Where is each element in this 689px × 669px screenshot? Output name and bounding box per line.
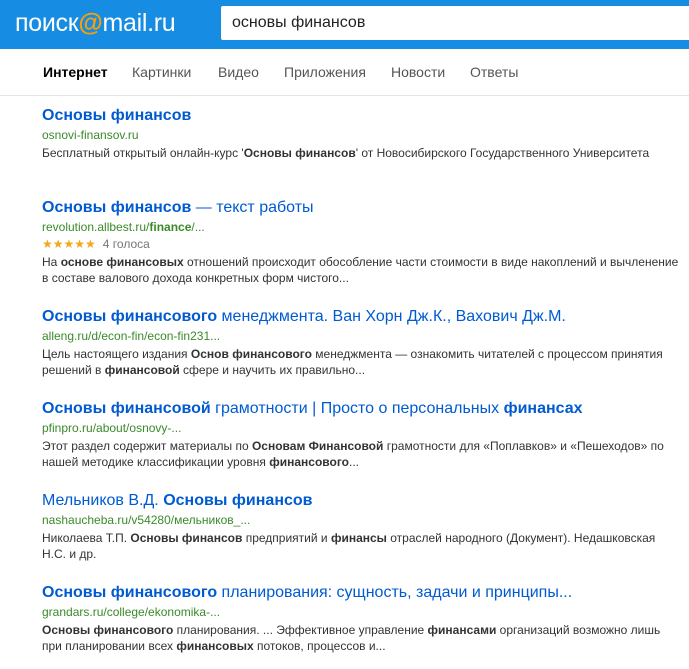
highlighted-term: Основы финансового [42, 308, 218, 325]
result-url[interactable]: revolution.allbest.ru/finance/... [42, 219, 682, 235]
mail-search-logo[interactable]: поиск@mail.ru [15, 7, 176, 39]
result-snippet: На основе финансовых отношений происходи… [42, 254, 682, 286]
highlighted-term: финансового [269, 455, 350, 469]
text-segment: Цель настоящего издания [42, 347, 191, 361]
result-snippet: Бесплатный открытый онлайн-курс 'Основы … [42, 145, 682, 161]
highlighted-term: Основы финансов [42, 107, 192, 124]
highlighted-term: Основы финансового [42, 584, 218, 601]
tab-video[interactable]: Видео [218, 64, 259, 80]
tab-apps[interactable]: Приложения [284, 64, 366, 80]
search-result: Основы финансовой грамотности | Просто о… [42, 399, 682, 470]
highlighted-term: Основы финансов [163, 492, 313, 509]
highlighted-term: финансовой [104, 363, 180, 377]
text-segment: grandars.ru/college/ekonomika-... [42, 605, 221, 619]
rating-stars-icon: ★★★★★ [42, 237, 96, 251]
search-input[interactable]: основы финансов [221, 6, 689, 40]
logo-domain: .ru [147, 9, 176, 37]
logo-at-sign: @ [78, 9, 103, 37]
text-segment: сфере и научить их правильно... [179, 363, 366, 377]
result-url[interactable]: osnovi-finansov.ru [42, 127, 682, 143]
highlighted-term: Основ финансового [190, 347, 312, 361]
text-segment: предприятий и [242, 531, 331, 545]
result-url[interactable]: pfinpro.ru/about/osnovy-... [42, 420, 682, 436]
result-snippet: Николаева Т.П. Основы финансов предприят… [42, 530, 682, 562]
highlighted-term: Основы финансов [243, 146, 356, 160]
highlighted-term: Основы финансового [42, 623, 174, 637]
search-result: Мельников В.Д. Основы финансов nashauche… [42, 491, 682, 562]
text-segment: На [42, 255, 61, 269]
result-snippet: Этот раздел содержит материалы по Основа… [42, 438, 682, 470]
result-title-link[interactable]: Основы финансового планирования: сущност… [42, 583, 682, 603]
highlighted-term: основе финансовых [60, 255, 184, 269]
highlighted-term: Основы финансов [130, 531, 243, 545]
text-segment: revolution.allbest.ru/ [42, 220, 150, 234]
text-segment: потоков, процессов и... [253, 639, 386, 653]
result-title-link[interactable]: Основы финансового менеджмента. Ван Хорн… [42, 307, 682, 327]
text-segment: планирования: сущность, задачи и принцип… [217, 584, 573, 601]
text-segment: alleng.ru/d/econ-fin/econ-fin231... [42, 329, 221, 343]
logo-part2: mail [102, 9, 148, 37]
text-segment: pfinpro.ru/about/osnovy-... [42, 421, 182, 435]
header-bar: поиск@mail.ru основы финансов [0, 0, 689, 49]
tab-internet[interactable]: Интернет [43, 64, 108, 80]
search-result: Основы финансового менеджмента. Ван Хорн… [42, 307, 682, 378]
highlighted-term: финансовых [176, 639, 254, 653]
text-segment: Мельников В.Д. [42, 492, 164, 509]
text-segment: планирования. ... Эффективное управление [173, 623, 428, 637]
text-segment: ' от Новосибирского Государственного Уни… [355, 146, 650, 160]
tab-news[interactable]: Новости [391, 64, 445, 80]
text-segment: Этот раздел содержит материалы по [42, 439, 252, 453]
highlighted-term: Основы финансов [42, 199, 192, 216]
result-title-link[interactable]: Основы финансов — текст работы [42, 198, 682, 218]
text-segment: /... [191, 220, 205, 234]
logo-part1: поиск [15, 9, 79, 37]
text-segment: — текст работы [191, 199, 314, 216]
highlighted-term: Основам Финансовой [251, 439, 384, 453]
result-url[interactable]: alleng.ru/d/econ-fin/econ-fin231... [42, 328, 682, 344]
result-snippet: Основы финансового планирования. ... Эфф… [42, 622, 682, 654]
highlighted-term: финансах [503, 400, 583, 417]
search-tabs: Интернет Картинки Видео Приложения Новос… [0, 49, 689, 96]
text-segment: грамотности | Просто о персональных [210, 400, 504, 417]
text-segment: nashaucheba.ru/v54280/мельников_... [42, 513, 251, 527]
result-url[interactable]: nashaucheba.ru/v54280/мельников_... [42, 512, 682, 528]
tab-answers[interactable]: Ответы [470, 64, 518, 80]
rating-votes: 4 голоса [102, 237, 150, 251]
highlighted-term: финансами [427, 623, 497, 637]
result-snippet: Цель настоящего издания Основ финансовог… [42, 346, 682, 378]
text-segment: менеджмента. Ван Хорн Дж.К., Вахович Дж.… [217, 308, 566, 325]
text-segment: osnovi-finansov.ru [42, 128, 139, 142]
text-segment: Бесплатный открытый онлайн-курс ' [42, 146, 244, 160]
text-segment: Николаева Т.П. [42, 531, 131, 545]
text-segment: ... [349, 455, 360, 469]
result-url[interactable]: grandars.ru/college/ekonomika-... [42, 604, 682, 620]
tab-images[interactable]: Картинки [132, 64, 191, 80]
highlighted-term: finance [149, 220, 192, 234]
result-title-link[interactable]: Мельников В.Д. Основы финансов [42, 491, 682, 511]
result-rating: ★★★★★ 4 голоса [42, 236, 682, 252]
search-result: Основы финансового планирования: сущност… [42, 583, 682, 654]
result-title-link[interactable]: Основы финансовой грамотности | Просто о… [42, 399, 682, 419]
highlighted-term: Основы финансовой [42, 400, 211, 417]
search-result: Основы финансов — текст работы revolutio… [42, 198, 682, 286]
highlighted-term: финансы [330, 531, 387, 545]
result-title-link[interactable]: Основы финансов [42, 106, 682, 126]
search-result: Основы финансов osnovi-finansov.ru Беспл… [42, 106, 682, 161]
